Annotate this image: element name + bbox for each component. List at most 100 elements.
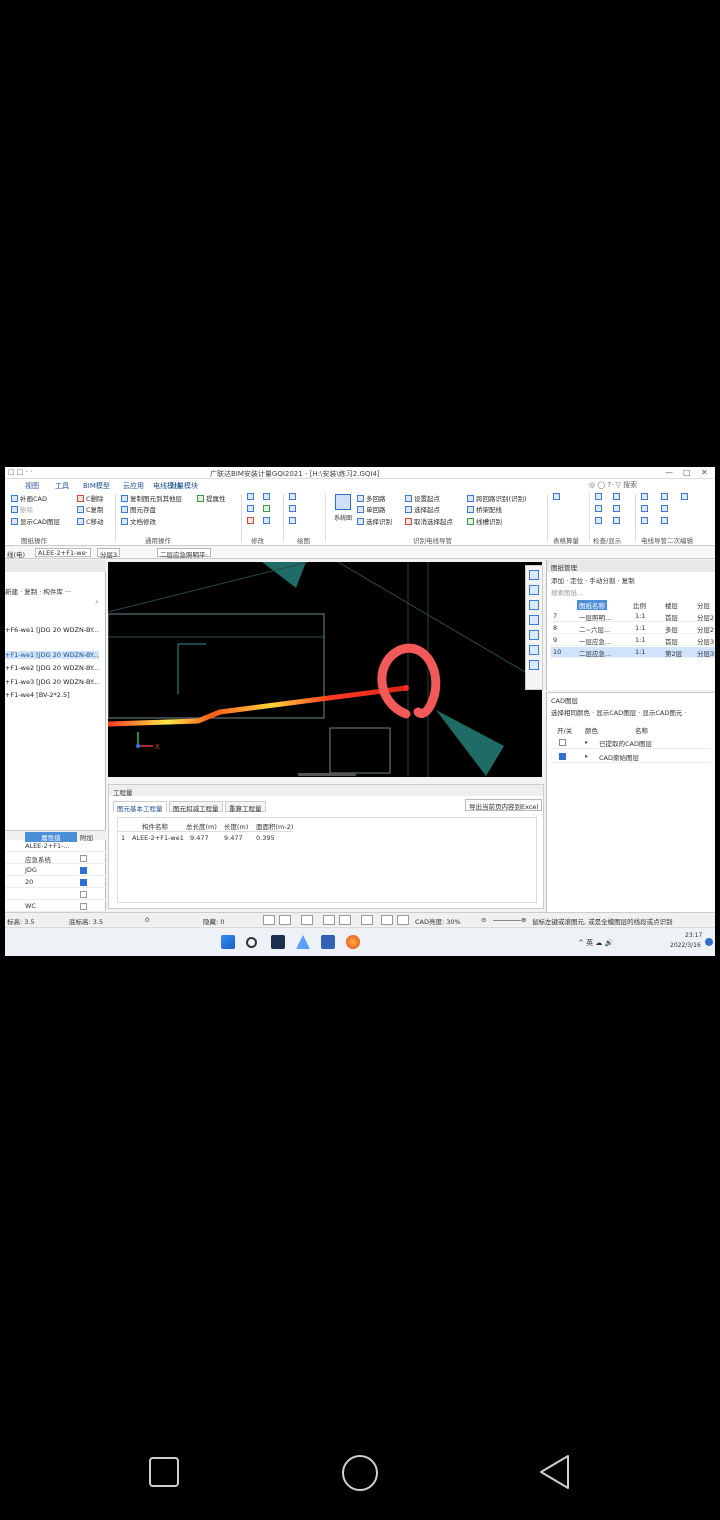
drawing-row-selected[interactable]: 10 二层应急... 1:1 第2层 分层3 xyxy=(551,647,715,658)
cell-name[interactable]: ALEE-2+F1-we1 xyxy=(132,834,184,842)
component-item-selected[interactable]: +F1-we1 [JDG 20 WDZN-BY... xyxy=(5,651,99,659)
snap-toggle[interactable] xyxy=(263,915,275,925)
view-3d-icon[interactable] xyxy=(529,570,539,580)
select-start-button[interactable]: 选择起点 xyxy=(405,504,440,514)
task-view-icon[interactable] xyxy=(271,935,285,949)
component-item[interactable]: +F1-we3 [JDG 20 WDZN-BY... xyxy=(5,678,99,686)
cross-loop-identify-button[interactable]: 跨回路识别(识别) xyxy=(467,493,527,503)
rotate-view-icon[interactable] xyxy=(529,630,539,640)
curve-toggle[interactable] xyxy=(397,915,409,925)
zoom-out-icon[interactable]: ⊖ xyxy=(481,916,486,924)
drawing-search-input[interactable]: 搜索图纸... xyxy=(551,587,583,597)
layer-toggle-checkbox[interactable] xyxy=(559,739,566,746)
circle-icon[interactable] xyxy=(263,517,272,525)
extract-props-button[interactable]: 提属性 xyxy=(197,493,226,503)
expand-arrow-icon[interactable]: ▸ xyxy=(585,738,588,746)
property-row[interactable]: JDG xyxy=(5,865,106,876)
system-tray[interactable]: ^ 英 ☁ 🔊 xyxy=(578,938,613,948)
bridge-wiring-button[interactable]: 桥架配线 xyxy=(467,504,502,514)
minimize-button[interactable]: — xyxy=(665,468,673,477)
cad-layer-tools[interactable]: 选择相同颜色 · 显示CAD图层 · 显示CAD图元 · xyxy=(551,707,687,717)
component-item[interactable]: +F1-we2 [JDG 20 WDZN-BY... xyxy=(5,664,99,672)
grid-icon[interactable] xyxy=(247,517,256,525)
property-row[interactable] xyxy=(5,889,106,900)
add-cad-button[interactable]: 补画CAD xyxy=(11,493,47,503)
component-selector[interactable]: ALEE-2+F1-we· xyxy=(35,548,91,557)
display-icon[interactable] xyxy=(613,505,622,513)
wire-tree-icon[interactable] xyxy=(641,505,650,513)
layer-toggle-checkbox[interactable] xyxy=(559,753,566,760)
ortho-toggle[interactable] xyxy=(279,915,291,925)
view-front-icon[interactable] xyxy=(529,600,539,610)
save-element-button[interactable]: 图元存盘 xyxy=(121,504,156,514)
type-selector[interactable]: 线(电) xyxy=(7,549,25,559)
property-row[interactable]: ALEE-2+F1-... xyxy=(5,841,106,852)
single-loop-button[interactable]: 单回路 xyxy=(357,504,386,514)
export-excel-button[interactable]: 导出当前页内容到Excel xyxy=(465,799,543,811)
mirror-icon[interactable] xyxy=(263,493,272,501)
property-value[interactable]: JDG xyxy=(25,866,37,874)
maximize-button[interactable]: □ xyxy=(683,468,691,477)
show-cad-layer-button[interactable]: 显示CAD图层 xyxy=(11,516,60,526)
cad-canvas[interactable]: X xyxy=(108,562,542,777)
search-area[interactable]: ◎ ◯ ?· ▽ 搜索 xyxy=(589,480,637,490)
wire-grid-icon[interactable] xyxy=(661,517,670,525)
list-icon[interactable] xyxy=(613,517,622,525)
flag-icon[interactable] xyxy=(613,493,622,501)
zoom-in-icon[interactable]: ⊕ xyxy=(521,916,526,924)
move-cross-icon[interactable] xyxy=(247,505,256,513)
3d-toggle[interactable] xyxy=(301,915,313,925)
table-calc-icon[interactable] xyxy=(553,493,562,501)
property-checkbox[interactable] xyxy=(80,903,87,910)
start-icon[interactable] xyxy=(221,935,235,949)
tab-basic-quantity[interactable]: 图元基本工程量 xyxy=(113,801,167,813)
back-button[interactable] xyxy=(538,1454,572,1490)
doc-edit-button[interactable]: 文档修改 xyxy=(121,516,156,526)
check-icon[interactable] xyxy=(595,505,604,513)
property-checkbox[interactable] xyxy=(80,867,87,874)
tab-deduct-quantity[interactable]: 图元扣减工程量 xyxy=(169,801,223,813)
gqi-app-icon[interactable] xyxy=(321,935,335,949)
c-move-button[interactable]: C移动 xyxy=(77,516,104,526)
point-draw-icon[interactable] xyxy=(289,505,298,513)
multi-loop-button[interactable]: 多回路 xyxy=(357,493,386,503)
filter-icon[interactable] xyxy=(595,493,604,501)
measure-toggle[interactable] xyxy=(381,915,393,925)
c-copy-button[interactable]: C复制 xyxy=(77,504,104,514)
brightness-slider[interactable] xyxy=(493,920,521,921)
cad-layer-row[interactable]: ▸ 已提取的CAD图层 xyxy=(551,736,711,749)
triangle-icon[interactable] xyxy=(263,505,272,513)
component-item[interactable]: +F1-we4 [BV-2*2.5] xyxy=(5,691,70,699)
drawing-row[interactable]: 8 二~六层... 1:1 多层 分层2 xyxy=(551,623,715,634)
axis-toggle[interactable] xyxy=(361,915,373,925)
wire-edit-icon[interactable] xyxy=(641,493,650,501)
property-row[interactable]: 应急系统 xyxy=(5,853,106,864)
property-checkbox[interactable] xyxy=(80,891,87,898)
clear-toggle[interactable] xyxy=(323,915,335,925)
close-button[interactable]: ✕ xyxy=(701,468,708,477)
firefox-icon[interactable] xyxy=(346,935,360,949)
wire-split-icon[interactable] xyxy=(661,493,670,501)
cancel-start-button[interactable]: 取消选择起点 xyxy=(405,516,453,526)
view-cube-icon[interactable] xyxy=(529,615,539,625)
component-tools[interactable]: 新建 · 复制 · 构件库 ··· xyxy=(5,586,106,596)
wire-box-icon[interactable] xyxy=(641,517,650,525)
property-row[interactable]: WC xyxy=(5,901,106,912)
zoom-fit-icon[interactable] xyxy=(529,645,539,655)
trough-identify-button[interactable]: 线槽识别 xyxy=(467,516,502,526)
select-identify-button[interactable]: 选择识别 xyxy=(357,516,392,526)
view-icon[interactable] xyxy=(595,517,604,525)
drawing-row[interactable]: 7 一层照明... 1:1 首层 分层2 xyxy=(551,611,715,622)
drawing-selector[interactable]: 二层应急照明平· xyxy=(157,548,211,559)
set-start-button[interactable]: 设置起点 xyxy=(405,493,440,503)
property-row[interactable]: 20 xyxy=(5,877,106,888)
angle-toggle[interactable] xyxy=(339,915,351,925)
property-value[interactable]: 应急系统 xyxy=(25,854,51,864)
search-icon[interactable] xyxy=(246,937,257,948)
arc-draw-icon[interactable] xyxy=(289,517,298,525)
system-diagram-button[interactable]: 系统图 xyxy=(332,494,354,524)
notification-icon[interactable] xyxy=(705,938,713,946)
layer-selector[interactable]: 分层3 xyxy=(97,548,121,559)
property-value[interactable]: 20 xyxy=(25,878,33,886)
home-button[interactable] xyxy=(341,1454,379,1492)
